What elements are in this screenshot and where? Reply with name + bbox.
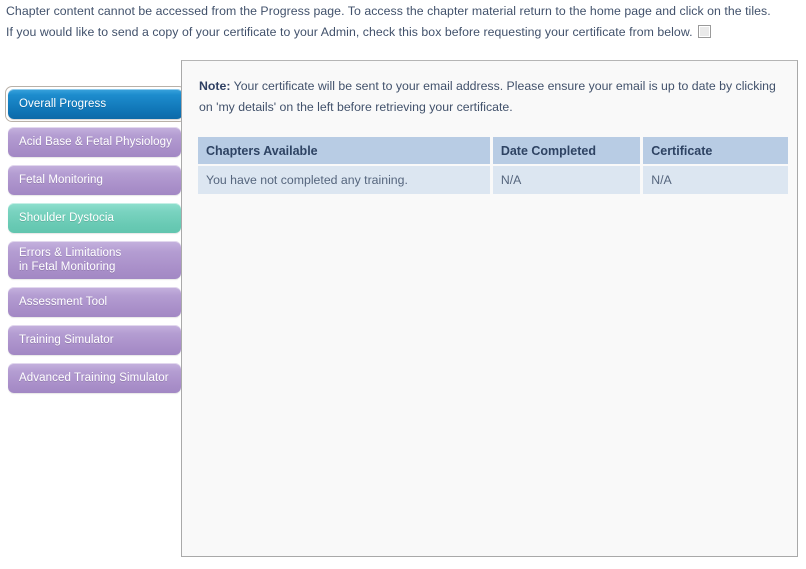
table-body: You have not completed any training. N/A… <box>198 164 788 194</box>
sidebar-item-label: Assessment Tool <box>19 296 108 308</box>
column-header-chapters-available[interactable]: Chapters Available <box>198 137 493 164</box>
cell-date-completed: N/A <box>492 164 644 194</box>
note-label: Note: <box>199 79 231 93</box>
column-header-date-completed[interactable]: Date Completed <box>492 137 644 164</box>
column-header-certificate[interactable]: Certificate <box>643 137 788 164</box>
sidebar-item-label: Errors & Limitations in Fetal Monitoring <box>19 247 122 273</box>
sidebar-item-label: Shoulder Dystocia <box>19 212 115 224</box>
notice-line-send-copy: If you would like to send a copy of your… <box>6 25 711 39</box>
sidebar-item-label: Overall Progress <box>19 98 107 110</box>
table-row: You have not completed any training. N/A… <box>198 164 788 194</box>
sidebar-item-label: Advanced Training Simulator <box>19 372 169 384</box>
note-text: Your certificate will be sent to your em… <box>199 79 776 114</box>
sidebar-item-fetal-monitoring[interactable]: Fetal Monitoring <box>8 165 181 195</box>
cell-chapter-name: You have not completed any training. <box>198 164 493 194</box>
notice-line-chapter-access: Chapter content cannot be accessed from … <box>6 4 771 18</box>
sidebar-item-label: Acid Base & Fetal Physiology <box>19 136 173 148</box>
sidebar-item-assessment-tool[interactable]: Assessment Tool <box>8 287 181 317</box>
send-copy-to-admin-checkbox[interactable] <box>697 25 711 38</box>
cell-certificate: N/A <box>643 164 788 194</box>
sidebar-item-label-line2: in Fetal Monitoring <box>19 261 116 273</box>
progress-table: Chapters Available Date Completed Certif… <box>198 137 788 194</box>
notice-line-send-copy-text: If you would like to send a copy of your… <box>6 25 693 39</box>
sidebar-item-shoulder-dystocia[interactable]: Shoulder Dystocia <box>8 203 181 233</box>
certificate-note: Note: Your certificate will be sent to y… <box>199 76 780 118</box>
sidebar-nav: Overall Progress Acid Base & Fetal Physio… <box>5 86 186 401</box>
table-header-row: Chapters Available Date Completed Certif… <box>198 137 788 164</box>
sidebar-item-active-outline: Overall Progress <box>5 86 186 122</box>
sidebar-item-overall-progress[interactable]: Overall Progress <box>8 89 183 119</box>
sidebar-item-label: Training Simulator <box>19 334 114 346</box>
main-content-panel: Note: Your certificate will be sent to y… <box>181 60 798 557</box>
sidebar-item-advanced-training-simulator[interactable]: Advanced Training Simulator <box>8 363 181 393</box>
sidebar-item-acid-base-fetal-physiology[interactable]: Acid Base & Fetal Physiology <box>8 127 181 157</box>
sidebar-item-label: Fetal Monitoring <box>19 174 104 186</box>
sidebar-item-training-simulator[interactable]: Training Simulator <box>8 325 181 355</box>
sidebar-item-errors-limitations-in-fetal-monitoring[interactable]: Errors & Limitations in Fetal Monitoring <box>8 241 181 279</box>
